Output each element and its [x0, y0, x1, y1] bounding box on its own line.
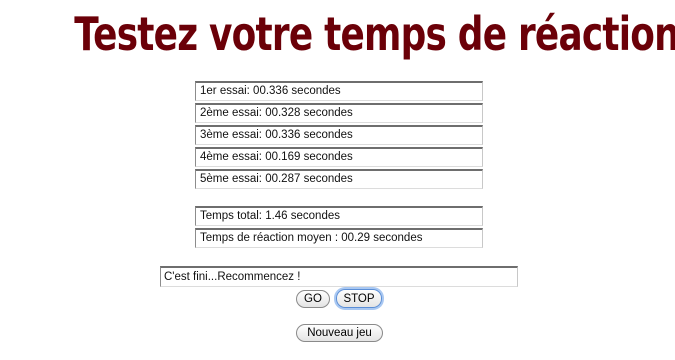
page-title: Testez votre temps de réaction — [74, 7, 675, 61]
trial-3-result: 3ème essai: 00.336 secondes — [195, 125, 483, 145]
trial-1-result: 1er essai: 00.336 secondes — [195, 81, 483, 101]
trial-2-result: 2ème essai: 00.328 secondes — [195, 103, 483, 123]
status-message-input[interactable] — [160, 266, 518, 287]
go-button[interactable]: GO — [296, 290, 330, 308]
total-time-field: Temps total: 1.46 secondes — [195, 206, 483, 226]
stop-button[interactable]: STOP — [336, 289, 382, 308]
average-time-field: Temps de réaction moyen : 00.29 secondes — [195, 228, 483, 248]
trial-4-result: 4ème essai: 00.169 secondes — [195, 147, 483, 167]
new-game-button[interactable]: Nouveau jeu — [296, 324, 383, 342]
trial-5-result: 5ème essai: 00.287 secondes — [195, 169, 483, 189]
